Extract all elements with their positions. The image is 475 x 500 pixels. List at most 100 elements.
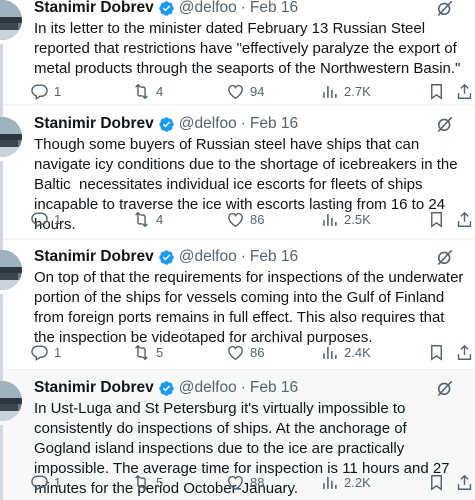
- repost-count: 5: [156, 344, 164, 360]
- tweet-text: On top of that the requirements for insp…: [34, 269, 468, 346]
- reply-icon: [31, 211, 48, 228]
- thread-line: [0, 161, 3, 240]
- like-button[interactable]: 86: [226, 341, 264, 363]
- share-icon: [457, 474, 472, 490]
- reply-count: 1: [54, 83, 62, 99]
- grok-icon[interactable]: [435, 114, 455, 134]
- thread-line: [0, 44, 3, 105]
- avatar[interactable]: [0, 381, 22, 421]
- tweet-header: Stanimir Dobrev @delfoo · Feb 16: [34, 0, 298, 18]
- verified-badge-icon: [158, 249, 174, 265]
- views-count: 2.4K: [344, 344, 371, 360]
- like-button[interactable]: 88: [226, 471, 264, 493]
- share-button[interactable]: [455, 341, 474, 363]
- reply-button[interactable]: 1: [30, 80, 61, 102]
- views-icon: [323, 346, 337, 359]
- author-handle[interactable]: @delfoo: [179, 0, 237, 17]
- like-icon: [228, 212, 243, 227]
- separator-dot: ·: [240, 115, 246, 132]
- views-button[interactable]: 2.5K: [320, 208, 371, 230]
- views-count: 2.2K: [344, 474, 371, 490]
- verified-badge-icon: [158, 380, 174, 396]
- like-count: 86: [250, 211, 265, 227]
- tweet[interactable]: Stanimir Dobrev @delfoo · Feb 16 Though …: [0, 105, 475, 240]
- author-handle[interactable]: @delfoo: [179, 115, 237, 133]
- bookmark-icon: [431, 83, 442, 100]
- reply-button[interactable]: 1: [30, 341, 61, 363]
- views-count: 2.7K: [344, 83, 371, 99]
- author-name[interactable]: Stanimir Dobrev: [34, 379, 154, 397]
- bookmark-icon: [431, 211, 442, 228]
- bookmark-icon: [431, 474, 442, 491]
- reply-button[interactable]: 1: [30, 471, 61, 493]
- tweet-date[interactable]: Feb 16: [250, 379, 298, 397]
- repost-count: 4: [156, 211, 164, 227]
- repost-icon: [135, 83, 148, 99]
- action-bar: 1 4 94 2.7K: [30, 80, 472, 102]
- like-button[interactable]: 86: [226, 208, 264, 230]
- repost-button[interactable]: 4: [132, 80, 163, 102]
- author-handle[interactable]: @delfoo: [179, 248, 237, 266]
- author-name[interactable]: Stanimir Dobrev: [34, 115, 154, 133]
- thread-line: [0, 240, 3, 250]
- thread-feed: Stanimir Dobrev @delfoo · Feb 16 In its …: [0, 0, 475, 500]
- share-icon: [457, 83, 472, 99]
- tweet[interactable]: Stanimir Dobrev @delfoo · Feb 16 In Ust-…: [0, 370, 475, 500]
- tweet-header: Stanimir Dobrev @delfoo · Feb 16: [34, 378, 298, 398]
- views-icon: [323, 476, 337, 489]
- thread-line: [0, 425, 3, 500]
- repost-button[interactable]: 4: [132, 208, 163, 230]
- bookmark-button[interactable]: [427, 471, 446, 493]
- verified-badge-icon: [158, 116, 174, 132]
- thread-line: [0, 105, 3, 117]
- views-button[interactable]: 2.7K: [320, 80, 371, 102]
- share-button[interactable]: [455, 208, 474, 230]
- share-button[interactable]: [455, 80, 474, 102]
- thread-line: [0, 370, 3, 381]
- bookmark-icon: [431, 344, 442, 361]
- reply-icon: [31, 474, 48, 491]
- tweet[interactable]: Stanimir Dobrev @delfoo · Feb 16 In its …: [0, 0, 475, 105]
- reply-count: 1: [54, 344, 62, 360]
- reply-icon: [31, 344, 48, 361]
- tweet-date[interactable]: Feb 16: [250, 248, 298, 266]
- share-button[interactable]: [455, 471, 474, 493]
- repost-icon: [135, 211, 148, 227]
- author-name[interactable]: Stanimir Dobrev: [34, 248, 154, 266]
- avatar[interactable]: [0, 117, 22, 157]
- tweet-date[interactable]: Feb 16: [250, 115, 298, 133]
- separator-dot: ·: [240, 248, 246, 265]
- grok-icon[interactable]: [435, 247, 455, 267]
- separator-dot: ·: [240, 379, 246, 396]
- grok-icon[interactable]: [435, 378, 455, 398]
- tweet-header: Stanimir Dobrev @delfoo · Feb 16: [34, 114, 298, 134]
- verified-badge-icon: [158, 0, 174, 16]
- tweet-date[interactable]: Feb 16: [250, 0, 298, 17]
- views-button[interactable]: 2.2K: [320, 471, 371, 493]
- repost-count: 4: [156, 83, 164, 99]
- like-button[interactable]: 94: [226, 80, 264, 102]
- bookmark-button[interactable]: [427, 341, 446, 363]
- action-bar: 1 5 88 2.2K: [30, 471, 472, 493]
- reply-count: 1: [54, 211, 62, 227]
- repost-icon: [135, 474, 148, 490]
- action-bar: 1 4 86 2.5K: [30, 208, 472, 230]
- reply-button[interactable]: 1: [30, 208, 61, 230]
- grok-icon[interactable]: [435, 0, 455, 18]
- author-name[interactable]: Stanimir Dobrev: [34, 0, 154, 17]
- repost-button[interactable]: 5: [132, 471, 163, 493]
- action-bar: 1 5 86 2.4K: [30, 341, 472, 363]
- avatar[interactable]: [0, 250, 22, 290]
- like-icon: [228, 84, 243, 99]
- views-icon: [323, 213, 337, 226]
- tweet-text: In its letter to the minister dated Febr…: [34, 20, 461, 77]
- repost-button[interactable]: 5: [132, 341, 163, 363]
- tweet[interactable]: Stanimir Dobrev @delfoo · Feb 16 On top …: [0, 240, 475, 370]
- views-button[interactable]: 2.4K: [320, 341, 371, 363]
- avatar[interactable]: [0, 0, 22, 40]
- repost-count: 5: [156, 474, 164, 490]
- bookmark-button[interactable]: [427, 208, 446, 230]
- views-count: 2.5K: [344, 211, 371, 227]
- author-handle[interactable]: @delfoo: [179, 379, 237, 397]
- bookmark-button[interactable]: [427, 80, 446, 102]
